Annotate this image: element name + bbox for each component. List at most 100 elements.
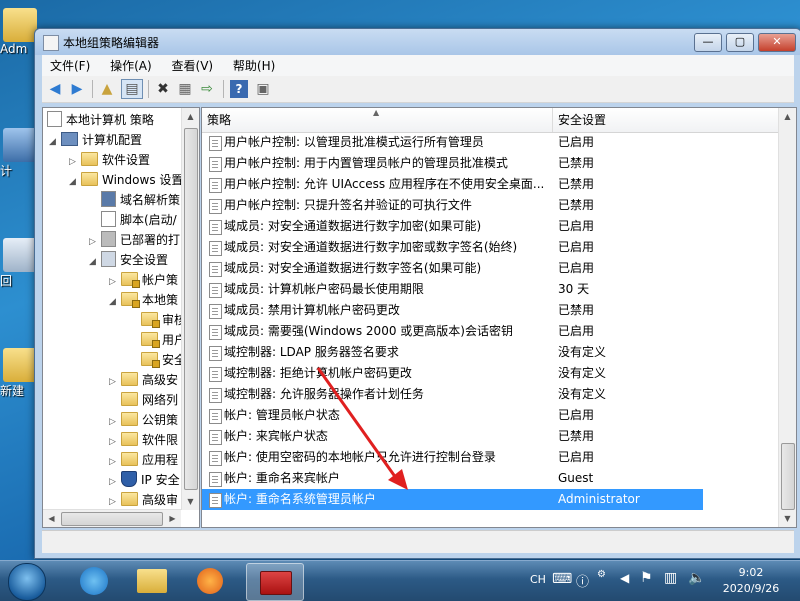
properties-icon[interactable]: ▦ (176, 80, 194, 98)
tree-item-account-policies[interactable]: ▷ 帐户策 (109, 270, 178, 290)
tree-item-local-policies[interactable]: ◢ 本地策 (109, 290, 178, 310)
menu-action[interactable]: 操作(A) (102, 55, 160, 76)
scroll-thumb[interactable] (184, 128, 198, 490)
action-pane-icon[interactable]: ▣ (254, 80, 272, 98)
network-icon[interactable]: ▥ (664, 570, 677, 586)
scroll-down-icon[interactable]: ▼ (779, 510, 796, 527)
delete-icon[interactable]: ✖ (154, 80, 172, 98)
expand-arrow-icon[interactable]: ▷ (89, 232, 101, 252)
table-row[interactable]: 域控制器: LDAP 服务器签名要求 没有定义 (202, 342, 778, 363)
show-hidden-icons-icon[interactable]: ◀ (620, 571, 629, 585)
tree-item-user-rights[interactable]: 用户 (129, 330, 186, 350)
taskbar-ie[interactable] (66, 563, 122, 599)
expand-arrow-icon[interactable]: ▷ (109, 432, 121, 452)
table-row[interactable]: 域控制器: 拒绝计算机帐户密码更改 没有定义 (202, 363, 778, 384)
help-icon[interactable]: ? (230, 80, 248, 98)
expand-arrow-icon[interactable]: ◢ (49, 132, 61, 152)
tree-item-ip-security[interactable]: ▷ IP 安全 (109, 470, 180, 490)
list-vertical-scrollbar[interactable]: ▲ ▼ (778, 108, 796, 527)
tree-item-deployed-printers[interactable]: ▷ 已部署的打 (89, 230, 180, 250)
tree-item-security-options[interactable]: 安全 (129, 350, 186, 370)
title-bar[interactable]: 本地组策略编辑器 — ▢ ✕ (35, 29, 800, 55)
table-row[interactable]: 域成员: 需要强(Windows 2000 或更高版本)会话密钥 已启用 (202, 321, 778, 342)
system-clock[interactable]: 9:02 2020/9/26 (712, 565, 790, 597)
computer-icon (3, 128, 37, 162)
expand-arrow-icon[interactable]: ▷ (109, 452, 121, 472)
scroll-left-icon[interactable]: ◀ (43, 510, 60, 527)
expand-arrow-icon[interactable]: ▷ (109, 272, 121, 292)
volume-icon[interactable]: 🔈 (688, 570, 705, 586)
input-language[interactable]: CH (530, 573, 546, 586)
expand-arrow-icon[interactable]: ▷ (109, 412, 121, 432)
maximize-button[interactable]: ▢ (726, 33, 754, 52)
table-row[interactable]: 域成员: 对安全通道数据进行数字签名(如果可能) 已启用 (202, 258, 778, 279)
tree-item-computer-config[interactable]: ◢ 计算机配置 (49, 130, 142, 150)
tree-item-name-resolution[interactable]: 域名解析策 (89, 190, 180, 210)
keyboard-icon[interactable]: ⌨ (552, 571, 572, 587)
taskbar-media-player[interactable] (182, 563, 238, 599)
tree-item-network-list[interactable]: 网络列 (109, 390, 178, 410)
column-header-policy[interactable]: 策略 (202, 108, 553, 132)
table-row[interactable]: 用户帐户控制: 用于内置管理员帐户的管理员批准模式 已禁用 (202, 153, 778, 174)
column-header-setting[interactable]: 安全设置 (553, 108, 778, 132)
close-button[interactable]: ✕ (758, 33, 796, 52)
name-resolution-icon (101, 191, 116, 207)
tree-item-advanced-audit[interactable]: ▷ 高级审 (109, 490, 178, 510)
settings-gear-icon[interactable]: ⚙ (597, 569, 606, 580)
menu-view[interactable]: 查看(V) (164, 55, 222, 76)
expand-arrow-icon[interactable]: ▷ (109, 472, 121, 492)
scroll-up-icon[interactable]: ▲ (779, 108, 796, 125)
back-icon[interactable]: ◀ (46, 80, 64, 98)
tree-item-scripts[interactable]: 脚本(启动/ (89, 210, 177, 230)
table-row[interactable]: 域成员: 对安全通道数据进行数字加密(如果可能) 已启用 (202, 216, 778, 237)
table-row[interactable]: 帐户: 管理员帐户状态 已启用 (202, 405, 778, 426)
up-folder-icon[interactable]: ▲ (98, 80, 116, 98)
scroll-thumb[interactable] (61, 512, 163, 526)
tree-item-software-restriction[interactable]: ▷ 软件限 (109, 430, 178, 450)
start-button[interactable] (8, 563, 46, 601)
table-row[interactable]: 帐户: 重命名系统管理员帐户 Administrator (202, 489, 703, 510)
expand-arrow-icon[interactable]: ◢ (109, 292, 121, 312)
expand-arrow-icon[interactable]: ▷ (109, 372, 121, 392)
menu-help[interactable]: 帮助(H) (225, 55, 283, 76)
table-row[interactable]: 帐户: 来宾帐户状态 已禁用 (202, 426, 778, 447)
tree-item-windows-settings[interactable]: ◢ Windows 设置 (69, 170, 183, 190)
tree-item-audit-policy[interactable]: 审核 (129, 310, 186, 330)
action-center-flag-icon[interactable]: ⚑ (640, 570, 653, 586)
tree-item-security-settings[interactable]: ◢ 安全设置 (89, 250, 168, 270)
tree-item-public-key[interactable]: ▷ 公钥策 (109, 410, 178, 430)
show-hide-tree-icon[interactable]: ▤ (121, 79, 143, 99)
table-row[interactable]: 域控制器: 允许服务器操作者计划任务 没有定义 (202, 384, 778, 405)
table-row[interactable]: 域成员: 计算机帐户密码最长使用期限 30 天 (202, 279, 778, 300)
taskbar-explorer[interactable] (124, 563, 180, 599)
tree-item-local-policy[interactable]: 本地计算机 策略 (47, 110, 154, 130)
expand-arrow-icon[interactable]: ◢ (69, 172, 81, 192)
scroll-thumb[interactable] (781, 443, 795, 510)
expand-arrow-icon[interactable]: ▷ (69, 152, 81, 172)
expand-arrow-icon[interactable]: ◢ (89, 252, 101, 272)
table-row[interactable]: 域成员: 对安全通道数据进行数字加密或数字签名(始终) 已启用 (202, 237, 778, 258)
scroll-right-icon[interactable]: ▶ (164, 510, 181, 527)
tree-item-app-control[interactable]: ▷ 应用程 (109, 450, 178, 470)
security-setting-value: 已启用 (558, 408, 595, 422)
table-row[interactable]: 用户帐户控制: 只提升签名并验证的可执行文件 已禁用 (202, 195, 778, 216)
tree-horizontal-scrollbar[interactable]: ◀ ▶ (43, 509, 181, 527)
table-row[interactable]: 帐户: 重命名来宾帐户 Guest (202, 468, 778, 489)
menu-file[interactable]: 文件(F) (42, 55, 98, 76)
scroll-up-icon[interactable]: ▲ (182, 108, 199, 125)
forward-icon[interactable]: ▶ (68, 80, 86, 98)
taskbar-group-policy[interactable] (246, 563, 304, 601)
folder-icon (121, 492, 138, 506)
table-row[interactable]: 用户帐户控制: 以管理员批准模式运行所有管理员 已启用 (202, 132, 778, 153)
table-row[interactable]: 域成员: 禁用计算机帐户密码更改 已禁用 (202, 300, 778, 321)
scroll-down-icon[interactable]: ▼ (182, 493, 199, 510)
help-circle-icon[interactable]: ⓘ (576, 571, 589, 590)
table-row[interactable]: 帐户: 使用空密码的本地帐户只允许进行控制台登录 已启用 (202, 447, 778, 468)
tree-vertical-scrollbar[interactable]: ▲ ▼ (181, 108, 199, 510)
minimize-button[interactable]: — (694, 33, 722, 52)
export-list-icon[interactable]: ⇨ (198, 80, 216, 98)
table-row[interactable]: 用户帐户控制: 允许 UIAccess 应用程序在不使用安全桌面... 已禁用 (202, 174, 778, 195)
policy-item-icon (209, 262, 222, 277)
tree-item-software-settings[interactable]: ▷ 软件设置 (69, 150, 150, 170)
tree-item-advanced-firewall[interactable]: ▷ 高级安 (109, 370, 178, 390)
